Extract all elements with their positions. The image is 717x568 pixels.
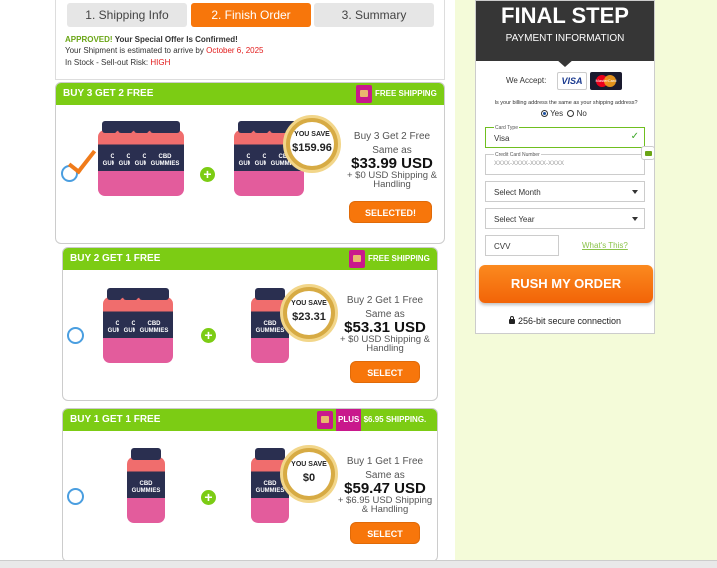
year-value: Select Year — [494, 215, 535, 224]
shipping-tag-text: $6.95 SHIPPING. — [363, 415, 427, 424]
final-step-title: FINAL STEP — [501, 3, 629, 28]
plus-icon: + — [201, 490, 216, 505]
package-title: BUY 1 GET 1 FREE — [70, 414, 161, 425]
you-save-label: YOU SAVE — [291, 461, 327, 468]
shipping-tag-prefix: PLUS — [336, 409, 362, 431]
cvv-placeholder: CVV — [494, 242, 511, 251]
select-package-button[interactable]: SELECTED! — [349, 201, 432, 223]
package-title: BUY 2 GET 1 FREE — [70, 253, 161, 264]
shipping-line2: & Handling — [361, 504, 409, 515]
cvv-input[interactable]: CVV — [485, 235, 559, 256]
package-card-2[interactable]: BUY 2 GET 1 FREE FREE SHIPPING CBD GUMMI… — [62, 247, 438, 401]
shipping-tag: FREE SHIPPING — [356, 83, 437, 105]
stock-risk: HIGH — [150, 58, 171, 67]
package-card-3[interactable]: BUY 3 GET 2 FREE FREE SHIPPING CBD GUMMI… — [55, 82, 445, 244]
arrival-text: Your Shipment is estimated to arrive by — [65, 46, 204, 55]
you-save-badge: YOU SAVE $159.96 — [283, 115, 341, 173]
card-type-value: Visa — [494, 134, 510, 143]
visa-icon: VISA — [557, 72, 587, 90]
bottom-bar — [0, 560, 717, 568]
you-save-badge: YOU SAVE $0 — [280, 445, 338, 503]
plus-icon: + — [201, 328, 216, 343]
shipping-line2: Handling — [366, 343, 404, 354]
shipping-tag-text: FREE SHIPPING — [375, 89, 437, 98]
package-subtitle: Buy 1 Get 1 Free — [346, 456, 424, 467]
stock-text: In Stock - Sell-out Risk: — [65, 58, 149, 67]
card-type-select[interactable]: Card Type Visa ✓ — [485, 125, 645, 148]
secure-text: 256-bit secure connection — [517, 316, 622, 326]
step-finish-order[interactable]: 2. Finish Order — [191, 3, 311, 27]
step-summary[interactable]: 3. Summary — [314, 3, 434, 27]
approved-label: APPROVED! — [65, 35, 113, 44]
bottle-image: CBD GUMMIES — [127, 448, 165, 523]
lock-icon — [508, 316, 515, 324]
gift-box-icon — [349, 249, 365, 268]
arrival-line: Your Shipment is estimated to arrive by … — [65, 46, 264, 55]
chevron-down-icon — [632, 190, 638, 194]
package-price: $59.47 USD — [344, 480, 426, 497]
arrival-date: October 6, 2025 — [206, 46, 264, 55]
mastercard-label: MasterCard — [595, 78, 617, 83]
mastercard-icon: MasterCard — [590, 72, 622, 90]
shipping-tag: FREE SHIPPING — [349, 248, 430, 270]
checkmark-icon — [67, 143, 97, 175]
bottle-image: CBD GUMMIES — [146, 121, 184, 196]
month-value: Select Month — [494, 188, 541, 197]
package-radio[interactable] — [67, 488, 84, 505]
chevron-down-icon — [632, 217, 638, 221]
month-select[interactable]: Select Month — [485, 181, 645, 202]
card-type-label: Card Type — [494, 125, 519, 131]
approved-line: APPROVED! Your Special Offer Is Confirme… — [65, 35, 238, 44]
plus-icon: + — [200, 167, 215, 182]
payment-panel: FINAL STEP PAYMENT INFORMATION We Accept… — [475, 0, 655, 334]
check-icon: ✓ — [630, 131, 639, 142]
gift-box-icon — [317, 410, 333, 429]
whats-this-link[interactable]: What's This? — [582, 241, 628, 250]
bottle-image: CBD GUMMIES — [135, 288, 173, 363]
stock-line: In Stock - Sell-out Risk: HIGH — [65, 58, 170, 67]
price-block: Buy 1 Get 1 Free Same as $59.47 USD + $6… — [335, 456, 435, 514]
shipping-tag: PLUS $6.95 SHIPPING. — [317, 409, 426, 431]
payment-info-subtitle: PAYMENT INFORMATION — [505, 33, 625, 44]
card-number-label: Credit Card Number — [494, 152, 541, 158]
checkout-steps: 1. Shipping Info 2. Finish Order 3. Summ… — [55, 0, 445, 80]
we-accept-label: We Accept: — [506, 76, 547, 85]
you-save-badge: YOU SAVE $23.31 — [280, 284, 338, 342]
select-package-button[interactable]: SELECT — [350, 361, 420, 383]
card-number-input[interactable]: Credit Card Number XXXX-XXXX-XXXX-XXXX — [485, 152, 645, 175]
you-save-value: $159.96 — [292, 142, 332, 154]
package-price: $33.99 USD — [351, 155, 433, 172]
radio-yes[interactable] — [541, 110, 548, 117]
rush-my-order-button[interactable]: RUSH MY ORDER — [479, 265, 653, 303]
package-radio[interactable] — [67, 327, 84, 344]
you-save-value: $0 — [302, 472, 316, 484]
package-subtitle: Buy 3 Get 2 Free — [353, 131, 431, 142]
package-price: $53.31 USD — [344, 319, 426, 336]
secure-connection: 256-bit secure connection — [476, 316, 654, 326]
select-package-button[interactable]: SELECT — [350, 522, 420, 544]
step-shipping-info[interactable]: 1. Shipping Info — [67, 3, 187, 27]
radio-yes-label: Yes — [550, 109, 564, 118]
you-save-value: $23.31 — [292, 311, 326, 323]
radio-no-label: No — [576, 109, 587, 118]
billing-radio-group: Yes No — [541, 109, 587, 118]
billing-question: Is your billing address the same as your… — [494, 100, 638, 106]
radio-no[interactable] — [567, 110, 575, 117]
header-arrow — [556, 59, 574, 67]
shipping-line2: Handling — [373, 179, 411, 190]
package-title: BUY 3 GET 2 FREE — [63, 88, 154, 99]
panel-header: FINAL STEP PAYMENT INFORMATION — [476, 1, 654, 67]
year-select[interactable]: Select Year — [485, 208, 645, 229]
you-save-label: YOU SAVE — [294, 131, 330, 138]
price-block: Buy 2 Get 1 Free Same as $53.31 USD + $0… — [335, 295, 435, 353]
price-block: Buy 3 Get 2 Free Same as $33.99 USD + $0… — [343, 131, 441, 189]
approved-message: Your Special Offer Is Confirmed! — [114, 35, 238, 44]
card-number-placeholder: XXXX-XXXX-XXXX-XXXX — [494, 161, 565, 167]
package-card-1[interactable]: BUY 1 GET 1 FREE PLUS $6.95 SHIPPING. CB… — [62, 408, 438, 562]
chat-widget-icon[interactable] — [641, 146, 655, 160]
you-save-label: YOU SAVE — [291, 300, 327, 307]
package-subtitle: Buy 2 Get 1 Free — [346, 295, 424, 306]
gift-box-icon — [356, 84, 372, 103]
shipping-tag-text: FREE SHIPPING — [368, 254, 430, 263]
